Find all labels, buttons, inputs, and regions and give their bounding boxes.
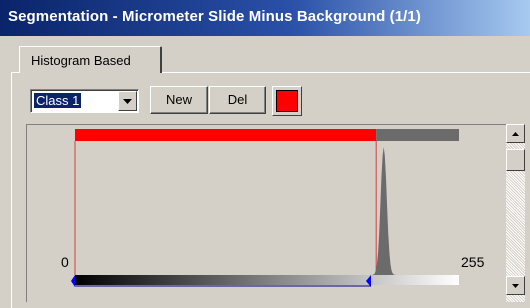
histogram-peak (370, 147, 398, 275)
tab-histogram-based[interactable]: Histogram Based (19, 46, 162, 73)
unselected-range-bar (376, 129, 459, 141)
threshold-marker-icon[interactable] (71, 275, 75, 287)
del-button[interactable]: Del (209, 86, 266, 114)
selected-range-bar[interactable] (75, 129, 377, 141)
title-bar[interactable]: Segmentation - Micrometer Slide Minus Ba… (0, 0, 530, 36)
scroll-up-icon[interactable] (506, 124, 525, 143)
grayscale-gradient-bar (75, 275, 459, 285)
scroll-thumb[interactable] (506, 149, 525, 171)
window-title: Segmentation - Micrometer Slide Minus Ba… (8, 8, 421, 25)
histogram-chart[interactable] (27, 125, 506, 302)
axis-min-label: 0 (61, 254, 69, 270)
scroll-down-icon[interactable] (506, 276, 525, 295)
histogram-panel[interactable]: 0 255 (26, 124, 506, 302)
class-select[interactable]: Class 1 (30, 89, 139, 113)
class-color-fill (276, 90, 298, 112)
class-color-button[interactable] (272, 86, 302, 116)
chevron-down-icon[interactable] (118, 91, 137, 111)
tab-label: Histogram Based (31, 53, 131, 68)
class-select-value: Class 1 (34, 93, 82, 108)
axis-max-label: 255 (461, 254, 485, 270)
vertical-scrollbar[interactable] (506, 124, 525, 302)
new-button[interactable]: New (150, 86, 208, 114)
